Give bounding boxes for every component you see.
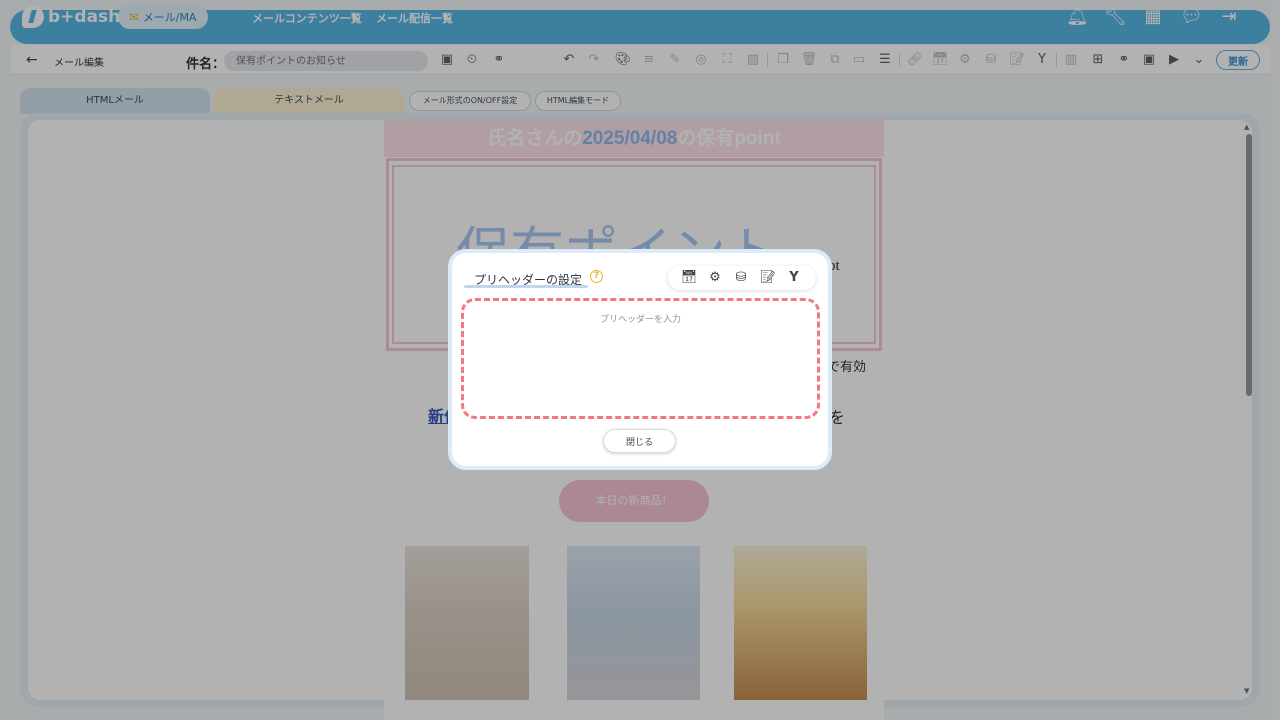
preheader-textarea[interactable] (461, 298, 820, 419)
database-icon[interactable]: ⛁ (732, 269, 750, 287)
add-note-icon[interactable]: 📝︎ (759, 269, 777, 287)
gears-icon[interactable]: ⚙ (706, 269, 724, 287)
title-underline (464, 285, 588, 288)
calendar-icon[interactable]: 📅︎ (680, 269, 698, 287)
branch-icon[interactable]: Y (785, 269, 803, 287)
help-icon[interactable]: ? (590, 270, 603, 283)
close-button[interactable]: 閉じる (603, 429, 676, 453)
